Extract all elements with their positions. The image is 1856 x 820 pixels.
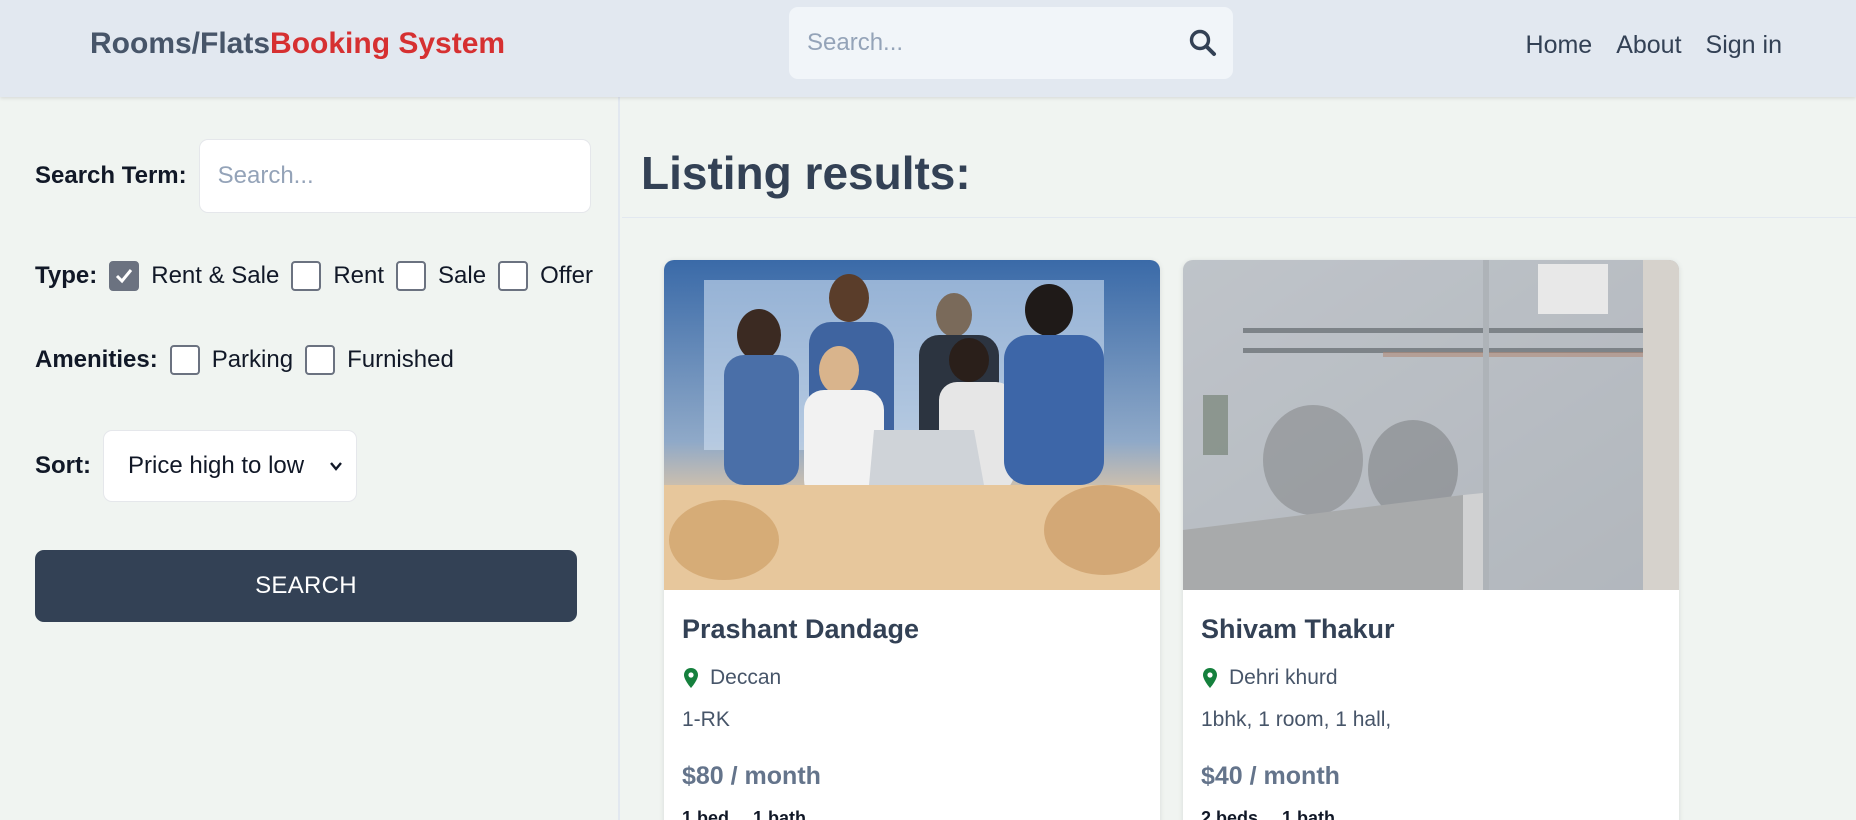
header-search-box (789, 7, 1233, 79)
listing-location-text: Deccan (710, 666, 782, 689)
sort-row: Sort: Price high to low (35, 430, 357, 502)
listing-description: 1bhk, 1 room, 1 hall, (1201, 708, 1392, 731)
listing-beds: 2 beds (1201, 808, 1259, 820)
site-logo[interactable]: Rooms/FlatsBooking System (90, 26, 505, 62)
listing-price: $80 / month (682, 762, 821, 790)
checkbox-furnished[interactable] (305, 345, 336, 375)
listing-card[interactable]: Prashant Dandage Deccan 1-RK $80 / month… (664, 260, 1160, 820)
listing-meta: 2 beds 1 bath (1201, 808, 1335, 820)
check-icon (116, 269, 133, 284)
listing-description: 1-RK (682, 708, 730, 731)
listing-location: Deccan (682, 666, 781, 690)
chevron-down-icon (330, 462, 342, 471)
search-button[interactable]: SEARCH (35, 550, 577, 622)
listing-price: $40 / month (1201, 762, 1340, 790)
type-label: Type: (35, 262, 98, 289)
checkbox-offer[interactable] (498, 261, 529, 291)
search-term-row: Search Term: (35, 139, 591, 213)
page-title: Listing results: (641, 147, 971, 199)
listing-name: Prashant Dandage (682, 614, 920, 644)
listing-baths: 1 bath (753, 808, 807, 820)
checkbox-sale[interactable] (396, 261, 427, 291)
amenities-label: Amenities: (35, 346, 158, 373)
map-pin-icon (1203, 668, 1217, 688)
listing-meta: 1 bed 1 bath (682, 808, 806, 820)
listing-card[interactable]: Shivam Thakur Dehri khurd 1bhk, 1 room, … (1183, 260, 1679, 820)
main-nav: Home About Sign in (1526, 28, 1782, 62)
search-term-label: Search Term: (35, 162, 187, 189)
sort-select[interactable]: Price high to low (103, 430, 357, 502)
search-icon[interactable] (1187, 27, 1219, 59)
checkbox-label-furnished: Furnished (347, 346, 454, 373)
listing-beds: 1 bed (682, 808, 730, 820)
nav-link-home[interactable]: Home (1526, 28, 1593, 62)
title-divider (622, 217, 1856, 218)
listing-location-text: Dehri khurd (1229, 666, 1338, 689)
listing-location: Dehri khurd (1201, 666, 1338, 690)
sort-selected-value: Price high to low (128, 452, 305, 479)
checkbox-rent-and-sale[interactable] (109, 261, 140, 291)
logo-text-accent: Booking System (270, 27, 506, 60)
checkbox-label-rent: Rent (333, 262, 385, 289)
search-term-input[interactable] (198, 139, 591, 213)
amenities-filter-row: Amenities: Parking Furnished (35, 345, 466, 375)
nav-link-sign-in[interactable]: Sign in (1706, 28, 1782, 62)
checkbox-label-parking: Parking (211, 346, 294, 373)
nav-link-about[interactable]: About (1616, 28, 1681, 62)
logo-text-primary: Rooms/Flats (90, 27, 271, 60)
map-pin-icon (684, 668, 698, 688)
listing-baths: 1 bath (1282, 808, 1336, 820)
checkbox-label-rent-and-sale: Rent & Sale (151, 262, 280, 289)
filter-sidebar: Search Term: Type: Rent & Sale Rent Sale… (0, 97, 620, 820)
listing-name: Shivam Thakur (1201, 614, 1395, 644)
listing-photo (664, 260, 1160, 590)
checkbox-label-sale: Sale (438, 262, 487, 289)
sort-label: Sort: (35, 452, 91, 479)
type-filter-row: Type: Rent & Sale Rent Sale Offer (35, 261, 593, 291)
listing-photo (1183, 260, 1679, 590)
checkbox-rent[interactable] (291, 261, 322, 291)
header-search-input[interactable] (807, 7, 1167, 79)
checkbox-parking[interactable] (169, 345, 200, 375)
checkbox-label-offer: Offer (540, 262, 593, 289)
site-header: Rooms/FlatsBooking System Home About Sig… (0, 0, 1856, 97)
